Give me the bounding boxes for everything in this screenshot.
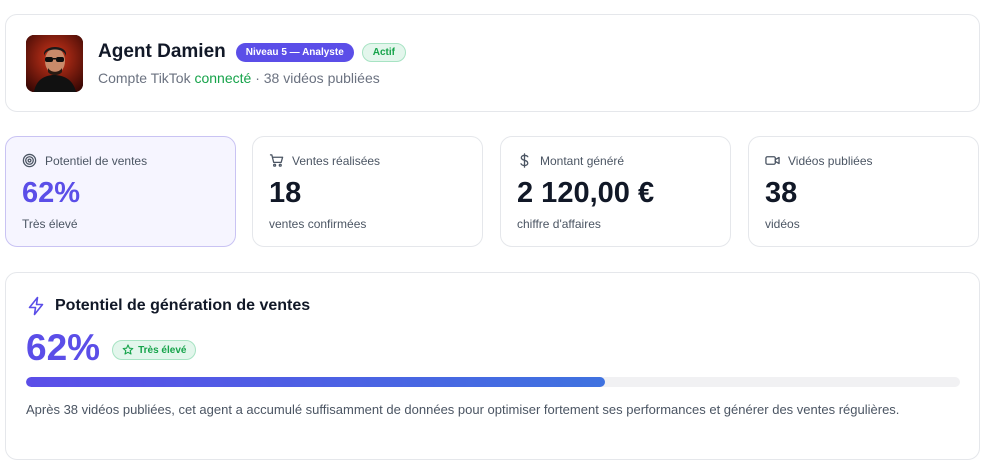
panel-title: Potentiel de génération de ventes <box>55 297 311 314</box>
stat-label: Ventes réalisées <box>292 153 381 168</box>
stat-sub: vidéos <box>765 217 800 231</box>
panel-header: Potentiel de génération de ventes <box>26 296 310 316</box>
account-suffix: · 38 vidéos publiées <box>251 70 380 86</box>
stat-sub: chiffre d'affaires <box>517 217 601 231</box>
stat-value: 2 120,00 € <box>517 177 655 209</box>
video-icon <box>765 156 780 165</box>
potential-description: Après 38 vidéos publiées, cet agent a ac… <box>26 402 900 417</box>
level-badge: Niveau 5 — Analyste <box>235 42 354 62</box>
stat-sub: ventes confirmées <box>269 217 367 231</box>
account-info: Compte TikTok connecté · 38 vidéos publi… <box>98 70 380 86</box>
stat-sub: Très élevé <box>22 217 78 231</box>
potential-value: 62% <box>26 327 101 368</box>
agent-name: Agent Damien <box>98 41 226 62</box>
stat-card-sales-made[interactable]: Ventes réalisées 18 ventes confirmées <box>252 136 483 247</box>
potential-progress-track <box>26 377 960 387</box>
stat-value: 18 <box>269 177 302 209</box>
person-with-sunglasses-avatar-icon <box>26 35 83 92</box>
target-icon <box>22 153 37 168</box>
stat-header: Vidéos publiées <box>765 153 873 168</box>
stat-value: 38 <box>765 177 798 209</box>
cart-icon <box>269 154 284 167</box>
stat-value: 62% <box>22 177 81 209</box>
avatar[interactable] <box>26 35 83 92</box>
potential-progress-fill <box>26 377 606 387</box>
stat-header: Ventes réalisées <box>269 153 380 168</box>
stat-header: Potentiel de ventes <box>22 153 147 168</box>
potential-value-row: 62% Très élevé <box>26 327 197 369</box>
stat-card-sales-potential[interactable]: Potentiel de ventes 62% Très élevé <box>5 136 236 247</box>
account-prefix: Compte TikTok <box>98 70 195 86</box>
potential-badge: Très élevé <box>112 340 197 360</box>
stat-label: Montant généré <box>540 153 625 168</box>
stat-card-amount-generated[interactable]: Montant généré 2 120,00 € chiffre d'affa… <box>500 136 731 247</box>
stat-header: Montant généré <box>517 153 624 168</box>
stat-card-videos-published[interactable]: Vidéos publiées 38 vidéos <box>748 136 979 247</box>
dollar-icon <box>520 153 529 168</box>
lightning-icon <box>28 296 44 316</box>
profile-card: Agent Damien Niveau 5 — Analyste Actif C… <box>5 14 980 112</box>
account-status: connecté <box>194 70 252 86</box>
sales-potential-panel: Potentiel de génération de ventes 62% Tr… <box>5 272 980 460</box>
potential-badge-label: Très élevé <box>138 344 187 356</box>
star-icon <box>122 344 134 355</box>
stat-label: Vidéos publiées <box>788 153 873 168</box>
profile-name-row: Agent Damien Niveau 5 — Analyste Actif <box>98 41 406 63</box>
status-badge: Actif <box>361 42 406 62</box>
stat-label: Potentiel de ventes <box>45 153 148 168</box>
